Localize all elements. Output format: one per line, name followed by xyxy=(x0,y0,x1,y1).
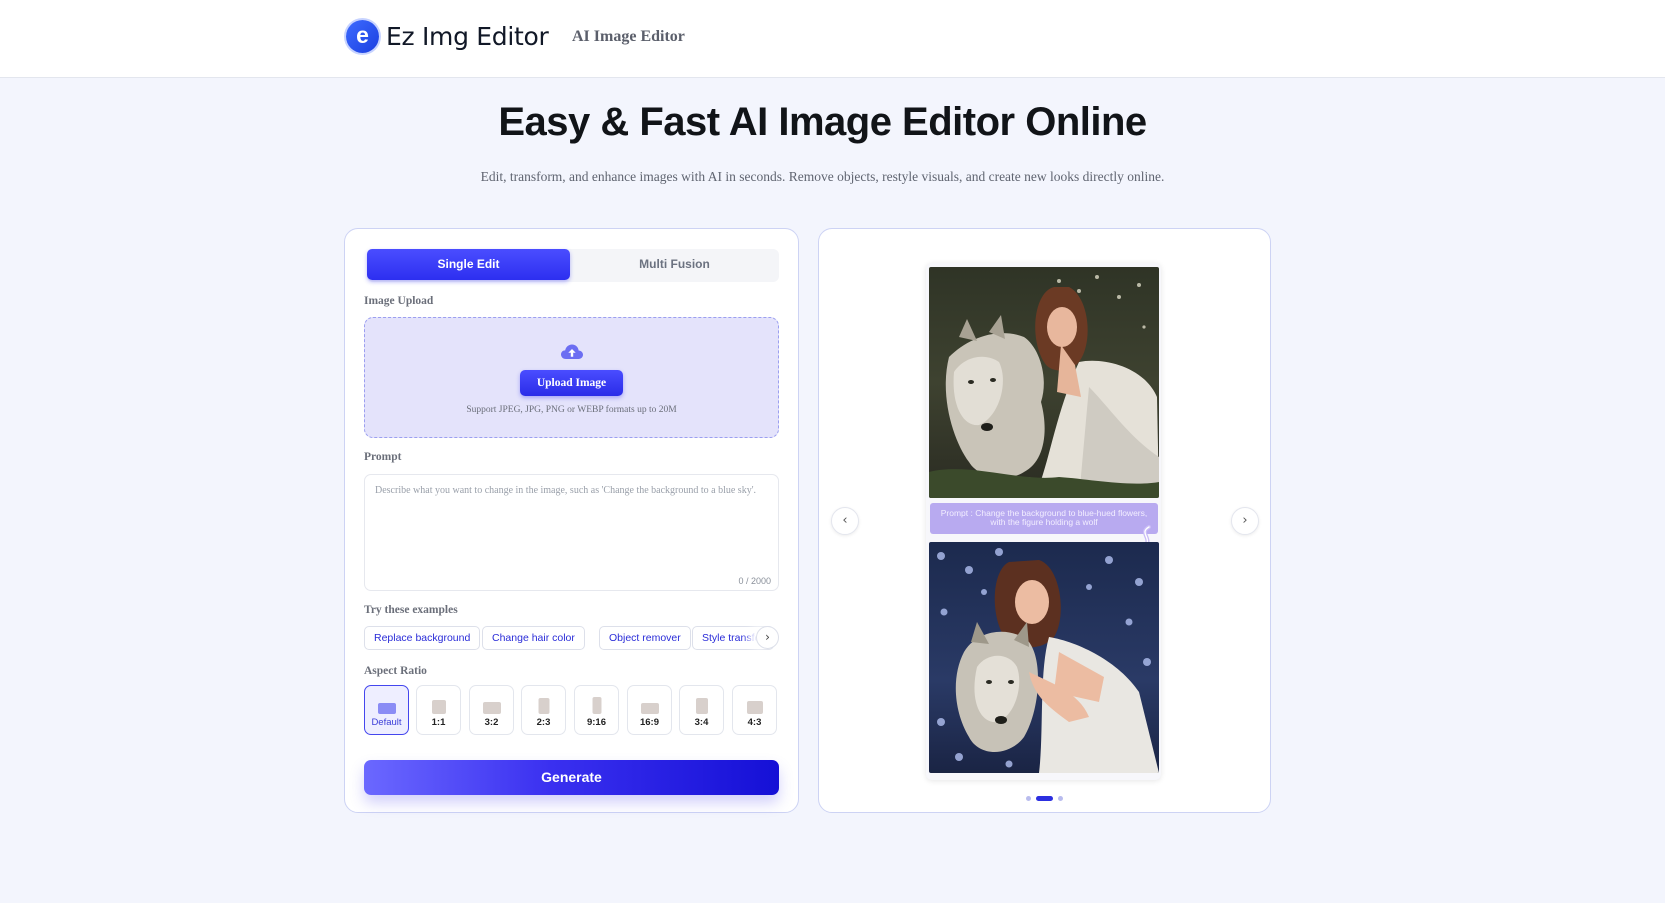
example-chip-replace-background[interactable]: Replace background xyxy=(364,626,481,650)
chevron-right-icon[interactable]: › xyxy=(756,626,779,649)
aspect-ratio-3-2[interactable]: 3:2 xyxy=(469,685,514,735)
examples-label: Try these examples xyxy=(364,604,458,616)
prompt-char-count: 0 / 2000 xyxy=(738,576,771,586)
prompt-label: Prompt xyxy=(364,451,402,463)
ratio-shape-icon xyxy=(482,702,501,714)
mode-tabs: Single Edit Multi Fusion xyxy=(367,249,779,282)
example-chips: Replace background Change hair color Obj… xyxy=(364,626,779,650)
aspect-ratio-label-default: Default xyxy=(371,717,402,728)
cloud-upload-icon xyxy=(561,344,583,359)
chevron-right-icon: › xyxy=(1242,513,1248,528)
page-subtitle: Edit, transform, and enhance images with… xyxy=(480,169,1165,184)
aspect-ratio-1-1[interactable]: 1:1 xyxy=(416,685,461,735)
prompt-box: 0 / 2000 xyxy=(364,474,779,591)
carousel-dots xyxy=(1026,796,1066,802)
ratio-shape-icon xyxy=(538,698,549,714)
aspect-ratio-label-1-1: 1:1 xyxy=(431,717,446,728)
carousel-next-button[interactable]: › xyxy=(1231,507,1259,535)
upload-image-button[interactable]: Upload Image xyxy=(520,370,623,396)
ratio-shape-icon xyxy=(431,700,446,714)
upload-format-hint: Support JPEG, JPG, PNG or WEBP formats u… xyxy=(466,405,677,415)
aspect-ratio-4-3[interactable]: 4:3 xyxy=(732,685,777,735)
before-image xyxy=(929,267,1159,498)
aspect-ratio-3-4[interactable]: 3:4 xyxy=(679,685,724,735)
carousel-prev-button[interactable]: ‹ xyxy=(831,507,859,535)
example-chip-change-hair-color[interactable]: Change hair color xyxy=(482,626,585,650)
chevron-left-icon: ‹ xyxy=(842,513,848,528)
nav-link-ai-image-editor[interactable]: AI Image Editor xyxy=(572,28,685,46)
aspect-ratio-16-9[interactable]: 16:9 xyxy=(627,685,672,735)
aspect-ratio-9-16[interactable]: 9:16 xyxy=(574,685,619,735)
aspect-ratio-label-9-16: 9:16 xyxy=(586,717,606,728)
aspect-ratio-options: Default 1:1 3:2 2:3 9:16 16:9 3:4 4:3 xyxy=(364,685,779,735)
top-navigation-bar: e Ez Img Editor AI Image Editor xyxy=(0,0,1665,78)
after-image xyxy=(929,542,1159,773)
example-preview-slide: Prompt : Change the background to blue-h… xyxy=(926,263,1161,780)
editor-panel: Single Edit Multi Fusion Image Upload Up… xyxy=(344,228,799,813)
image-upload-label: Image Upload xyxy=(364,295,434,307)
preview-panel: ‹ › Prompt: Change the background to bl… xyxy=(818,228,1271,813)
ratio-shape-icon xyxy=(695,698,708,714)
page-title: Easy & Fast AI Image Editor Online xyxy=(498,100,1147,144)
logo-text: Ez Img Editor xyxy=(386,22,549,51)
aspect-ratio-label: Aspect Ratio xyxy=(364,665,427,677)
ratio-shape-icon xyxy=(592,697,601,714)
carousel-dot-2[interactable] xyxy=(1036,796,1053,801)
site-logo[interactable]: e Ez Img Editor xyxy=(346,20,549,53)
logo-mark-icon: e xyxy=(346,20,379,53)
ratio-shape-icon xyxy=(640,703,659,714)
generate-button[interactable]: Generate xyxy=(364,760,779,795)
carousel-dot-3[interactable] xyxy=(1058,796,1063,801)
aspect-ratio-2-3[interactable]: 2:3 xyxy=(521,685,566,735)
aspect-ratio-label-4-3: 4:3 xyxy=(747,717,762,728)
example-prompt-caption: Prompt : Change the background to blue-h… xyxy=(930,503,1158,534)
image-upload-dropzone[interactable]: Upload Image Support JPEG, JPG, PNG or W… xyxy=(364,317,779,438)
aspect-ratio-label-3-2: 3:2 xyxy=(484,717,499,728)
aspect-ratio-label-2-3: 2:3 xyxy=(536,717,551,728)
aspect-ratio-default[interactable]: Default xyxy=(364,685,409,735)
aspect-ratio-label-16-9: 16:9 xyxy=(639,717,659,728)
aspect-ratio-label-3-4: 3:4 xyxy=(694,717,709,728)
ratio-shape-icon xyxy=(746,701,763,714)
carousel-dot-1[interactable] xyxy=(1026,796,1031,801)
tab-multi-fusion[interactable]: Multi Fusion xyxy=(570,249,779,280)
example-chip-object-remover[interactable]: Object remover xyxy=(599,626,691,650)
prompt-input[interactable] xyxy=(375,483,770,573)
tab-single-edit[interactable]: Single Edit xyxy=(367,249,570,280)
ratio-shape-icon xyxy=(377,703,396,714)
